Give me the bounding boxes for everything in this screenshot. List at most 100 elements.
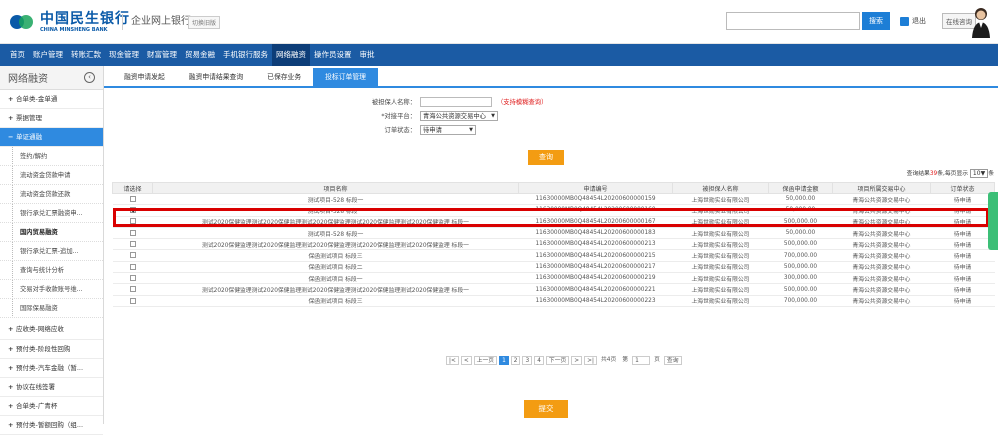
tab-saved[interactable]: 已保存业务 (255, 68, 313, 86)
sidebar-item[interactable]: + 合单类-金单通 (0, 90, 103, 109)
plus-icon: + (8, 114, 14, 122)
submit-button[interactable]: 提交 (524, 400, 568, 418)
goto-button[interactable]: 查询 (663, 356, 682, 365)
platform-label: *对接平台： (381, 113, 416, 120)
tab-bid-orders[interactable]: 投标订单管理 (313, 68, 378, 86)
page-2-button[interactable]: 2 (510, 356, 521, 365)
sidebar-subitem-active[interactable]: 国内贸易融资 (0, 223, 103, 242)
prev-arrow-button[interactable]: < (460, 356, 472, 365)
nav-item-accounts[interactable]: 账户管理 (29, 44, 67, 66)
page-1-button[interactable]: 1 (499, 356, 509, 365)
floating-service-tab[interactable] (988, 192, 998, 250)
table-row[interactable]: 保函测试项目 标段一 11630000MB0Q48454L202006000002… (112, 272, 995, 285)
row-checkbox[interactable] (129, 252, 136, 259)
page-size-select[interactable]: 10▼ (969, 169, 989, 178)
caret-down-icon: ▼ (469, 126, 473, 133)
sidebar-item[interactable]: + 协议在线签署 (0, 378, 103, 397)
row-checkbox[interactable] (129, 286, 136, 293)
sidebar-item[interactable]: + 票据管理 (0, 109, 103, 128)
query-button[interactable]: 查询 (528, 150, 564, 165)
table-row[interactable]: 保函测试项目 标段三 11630000MB0Q48454L202006000002… (112, 295, 995, 307)
sidebar-item[interactable]: + 预付类-汽车金融（暂... (0, 359, 103, 378)
top-search-button[interactable]: 搜索 (862, 12, 890, 30)
switch-version-button[interactable]: 切换旧版 (188, 16, 221, 29)
guarantee-input[interactable] (420, 96, 492, 107)
sidebar-title: 网络融资 (8, 74, 48, 85)
page-4-button[interactable]: 4 (534, 356, 544, 365)
table-row[interactable]: 保函测试项目 标段二 11630000MB0Q48454L202006000002… (112, 261, 995, 274)
order-status-cell: 待申请 (930, 249, 995, 262)
user-avatar-icon[interactable] (970, 6, 992, 38)
sidebar-subitem[interactable]: 国际保易融资 (0, 299, 103, 318)
sidebar-subitem[interactable]: 签约/解约 (0, 147, 103, 166)
amount-cell: 700,000.00 (768, 249, 833, 262)
tab-financing-apply[interactable]: 融资申请发起 (112, 68, 177, 86)
row-checkbox[interactable] (129, 195, 136, 202)
application-no-cell: 11630000MB0Q48454L20200600000213 (518, 238, 673, 251)
row-checkbox[interactable] (129, 229, 136, 236)
status-value: 待申请 (423, 126, 442, 134)
nav-item-operators[interactable]: 操作员设置 (310, 44, 356, 66)
nav-item-trade-finance[interactable]: 贸易金融 (181, 44, 219, 66)
platform-value: 青海公共资源交易中心 (423, 112, 486, 120)
table-row[interactable]: 测试2020保健监理测试2020保健监理测试2020保健监理测试2020保健监理… (112, 238, 995, 251)
top-header: 中国民生银行 CHINA MINSHENG BANK 企业网上银行 切换旧版 搜… (0, 0, 998, 44)
nav-item-transfer[interactable]: 转账汇款 (67, 44, 105, 66)
row-select-cell (112, 272, 153, 285)
sidebar-item[interactable]: + 预付类-阶段性回购 (0, 340, 103, 359)
sidebar-subitem[interactable]: 流动资金贷款还款 (0, 185, 103, 204)
nav-item-wealth[interactable]: 财富管理 (143, 44, 181, 66)
nav-item-mobile[interactable]: 手机银行服务 (219, 44, 272, 66)
minus-icon: − (8, 133, 14, 141)
nav-item-home[interactable]: 首页 (6, 44, 29, 66)
chevron-left-icon[interactable]: ‹ (84, 72, 95, 83)
sidebar-subitem[interactable]: 流动资金贷款申请 (0, 166, 103, 185)
logout-button[interactable]: 退出 (900, 14, 926, 28)
first-page-button[interactable]: |< (446, 356, 459, 365)
sidebar-subitem[interactable]: 银行承兑汇票融资申... (0, 204, 103, 223)
sidebar-item[interactable]: + 应收类-网络应收 (0, 318, 103, 340)
row-checkbox[interactable] (129, 297, 136, 304)
selected-row-highlight (113, 208, 989, 227)
sidebar-item[interactable]: + 合单类-广青杯 (0, 397, 103, 416)
table-row[interactable]: 测试2020保健监理测试2020保健监理测试2020保健监理测试2020保健监理… (112, 283, 995, 296)
order-status-cell: 待申请 (930, 227, 995, 240)
guaranteed-party-cell: 上海世勋实业有限公司 (672, 238, 769, 251)
table-row[interactable]: 保函测试项目 标段三 11630000MB0Q48454L202006000002… (112, 249, 995, 262)
tab-result-query[interactable]: 融资申请结果查询 (177, 68, 255, 86)
nav-item-cash[interactable]: 现金管理 (105, 44, 143, 66)
bank-name: 中国民生银行 (40, 10, 130, 27)
table-header-row: 请选择 项目名称 申请编号 被担保人名称 保函申请金额 项目所属交易中心 订单状… (112, 182, 995, 194)
row-checkbox[interactable] (129, 263, 136, 270)
top-search-input[interactable] (726, 12, 860, 30)
sidebar-subitem[interactable]: 交易对手收款账号维... (0, 280, 103, 299)
sidebar-item-label: 预付类-阶段性回购 (16, 345, 71, 353)
next-arrow-button[interactable]: > (571, 356, 583, 365)
tab-bar: 融资申请发起 融资申请结果查询 已保存业务 投标订单管理 (104, 66, 998, 88)
table-row[interactable]: 测试项目-528 标段一 11630000MB0Q48454L2020060000… (112, 193, 995, 206)
application-no-cell: 11630000MB0Q48454L20200600000223 (518, 295, 673, 307)
page-3-button[interactable]: 3 (522, 356, 533, 365)
sidebar-subitem[interactable]: 查询与统计分析 (0, 261, 103, 280)
sidebar-item-label: 应收类-网络应收 (16, 325, 64, 333)
nav-item-online-financing[interactable]: 网络融资 (272, 44, 310, 66)
last-page-button[interactable]: >| (584, 356, 597, 365)
prev-page-button[interactable]: 上一页 (473, 356, 498, 365)
status-select[interactable]: 待申请 ▼ (420, 124, 476, 135)
next-page-button[interactable]: 下一页 (545, 356, 570, 365)
guarantee-row: 被担保人名称： （支持模糊查询） (356, 96, 547, 107)
sidebar: 网络融资 ‹ + 合单类-金单通 + 票据管理 − 单证通融 签约/解约 流动资金贷款… (0, 66, 104, 435)
application-no-cell: 11630000MB0Q48454L20200600000215 (518, 249, 673, 262)
sidebar-item[interactable]: + 预付类-暂额回购（组... (0, 416, 103, 435)
bank-logo[interactable]: 中国民生银行 CHINA MINSHENG BANK (10, 10, 130, 34)
nav-item-approval[interactable]: 审批 (356, 44, 379, 66)
row-checkbox[interactable] (129, 274, 136, 281)
sidebar-subitem[interactable]: 银行承兑汇票-追加... (0, 242, 103, 261)
guaranteed-party-cell: 上海世勋实业有限公司 (672, 295, 769, 307)
goto-page-input[interactable]: 1 (632, 356, 651, 365)
table-row[interactable]: 测试项目-528 标段一 11630000MB0Q48454L2020060000… (112, 227, 995, 240)
row-checkbox[interactable] (129, 241, 136, 248)
sidebar-item-active[interactable]: − 单证通融 (0, 128, 103, 147)
platform-select[interactable]: 青海公共资源交易中心 ▼ (420, 110, 498, 121)
status-row: 订单状态： 待申请 ▼ (356, 124, 476, 135)
